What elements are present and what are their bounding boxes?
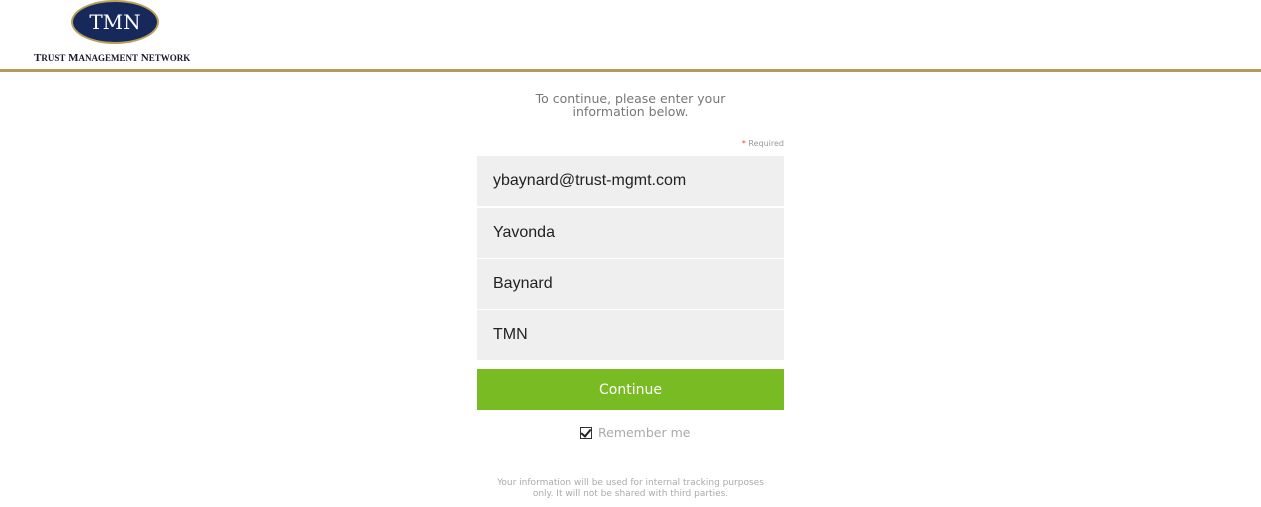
remember-me[interactable]: Remember me <box>580 425 690 440</box>
remember-me-label: Remember me <box>598 425 691 440</box>
tmn-logo: TMN <box>71 0 159 44</box>
last-name-field[interactable] <box>477 259 784 309</box>
required-label: Required <box>748 139 784 148</box>
intro-line-2: information below. <box>572 104 689 119</box>
logo-text: TMN <box>89 10 141 34</box>
header-divider <box>0 69 1261 72</box>
company-field[interactable] <box>477 310 784 360</box>
brand-name: TRUST MANAGEMENT NETWORK <box>34 52 191 64</box>
remember-me-checkbox[interactable] <box>580 426 592 439</box>
privacy-line-2: only. It will not be shared with third p… <box>532 489 729 499</box>
required-note: * Required <box>620 139 784 148</box>
header: TMN TRUST MANAGEMENT NETWORK <box>0 0 1261 74</box>
continue-button[interactable]: Continue <box>477 369 784 410</box>
first-name-field[interactable] <box>477 208 784 258</box>
intro-text: To continue, please enter your informati… <box>480 92 781 118</box>
privacy-note: Your information will be used for intern… <box>470 478 791 500</box>
required-star: * <box>741 139 746 148</box>
email-field[interactable] <box>477 156 784 206</box>
privacy-line-1: Your information will be used for intern… <box>497 478 764 488</box>
